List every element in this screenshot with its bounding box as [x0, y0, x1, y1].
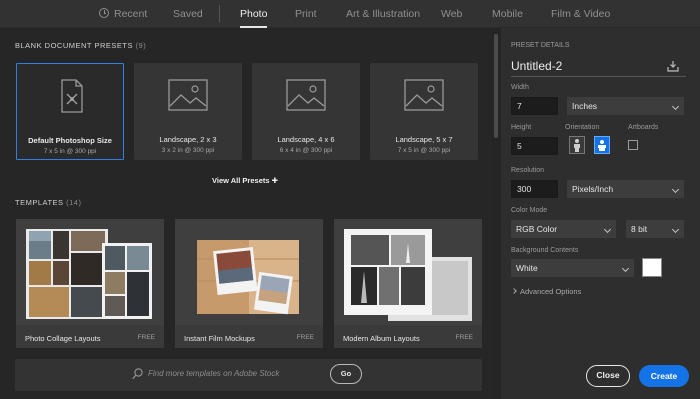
category-tab-bar: Recent Saved Photo Print Art & Illustrat… — [0, 0, 700, 28]
tab-recent[interactable]: Recent — [99, 0, 147, 28]
resolution-label: Resolution — [511, 167, 545, 174]
save-preset-icon[interactable] — [667, 60, 679, 72]
template-thumbnail — [334, 219, 482, 325]
preset-details-panel: PRESET DETAILS Untitled-2 Width 7 Inches… — [501, 28, 700, 399]
scrollbar-thumb[interactable] — [494, 34, 498, 138]
document-name-field[interactable]: Untitled-2 — [511, 59, 562, 73]
preset-name: Landscape, 2 x 3 — [159, 135, 217, 144]
width-input[interactable]: 7 — [511, 97, 558, 115]
search-icon — [132, 368, 143, 380]
preset-card-landscape-4x6[interactable]: Landscape, 4 x 6 6 x 4 in @ 300 ppi — [252, 63, 360, 160]
portrait-icon[interactable] — [569, 136, 585, 154]
template-name: Modern Album Layouts — [343, 334, 420, 343]
advanced-options-toggle[interactable]: Advanced Options — [511, 287, 581, 296]
stock-search-input[interactable]: Find more templates on Adobe Stock — [148, 369, 279, 378]
modern-album-thumbnail — [334, 219, 482, 325]
view-all-presets-link[interactable]: View All Presets ✚ — [212, 176, 278, 185]
template-card-photo-collage[interactable]: Photo Collage Layouts FREE — [16, 219, 164, 348]
close-button[interactable]: Close — [586, 365, 630, 387]
go-button[interactable]: Go — [330, 364, 362, 384]
clock-icon — [99, 8, 109, 18]
background-color-swatch[interactable] — [642, 258, 662, 277]
tab-web[interactable]: Web — [441, 0, 462, 28]
image-icon — [404, 79, 444, 111]
landscape-icon[interactable] — [594, 136, 610, 154]
preset-dimensions: 3 x 2 in @ 300 ppi — [161, 147, 215, 154]
photo-collage-thumbnail — [16, 219, 164, 325]
preset-name: Landscape, 4 x 6 — [277, 135, 335, 144]
image-icon — [168, 79, 208, 111]
resolution-input[interactable]: 300 — [511, 180, 558, 198]
template-thumbnail — [175, 219, 323, 325]
tab-film-video[interactable]: Film & Video — [551, 0, 610, 28]
presets-panel: BLANK DOCUMENT PRESETS (9) Default Photo… — [0, 28, 492, 399]
tab-art-illustration[interactable]: Art & Illustration — [346, 0, 420, 28]
width-unit-select[interactable]: Inches — [567, 97, 684, 115]
preset-card-default[interactable]: Default Photoshop Size 7 x 5 in @ 300 pp… — [16, 63, 124, 160]
blank-presets-heading: BLANK DOCUMENT PRESETS (9) — [15, 41, 147, 50]
color-mode-label: Color Mode — [511, 207, 548, 214]
plus-icon: ✚ — [271, 176, 278, 185]
free-badge: FREE — [137, 334, 155, 341]
chevron-down-icon — [603, 225, 612, 234]
background-contents-label: Background Contents — [511, 247, 579, 254]
height-label: Height — [511, 124, 532, 131]
tab-divider — [219, 5, 220, 22]
preset-card-landscape-5x7[interactable]: Landscape, 5 x 7 7 x 5 in @ 300 ppi — [370, 63, 478, 160]
instant-film-thumbnail — [175, 219, 323, 325]
color-mode-select[interactable]: RGB Color — [511, 220, 616, 238]
image-icon — [286, 79, 326, 111]
preset-name: Landscape, 5 x 7 — [395, 135, 453, 144]
stock-search-bar: Find more templates on Adobe Stock Go — [15, 359, 482, 391]
template-name: Photo Collage Layouts — [25, 334, 101, 343]
preset-dimensions: 7 x 5 in @ 300 ppi — [397, 147, 451, 154]
free-badge: FREE — [455, 334, 473, 341]
title-underline — [511, 76, 686, 77]
height-input[interactable]: 5 — [511, 137, 558, 155]
templates-heading: TEMPLATES (14) — [15, 198, 82, 207]
document-icon — [61, 79, 83, 113]
preset-dimensions: 7 x 5 in @ 300 ppi — [43, 148, 97, 155]
chevron-right-icon — [511, 288, 517, 294]
template-card-modern-album[interactable]: Modern Album Layouts FREE — [334, 219, 482, 348]
preset-dimensions: 6 x 4 in @ 300 ppi — [279, 147, 333, 154]
background-contents-select[interactable]: White — [511, 259, 634, 277]
free-badge: FREE — [296, 334, 314, 341]
preset-name: Default Photoshop Size — [28, 136, 112, 145]
create-button[interactable]: Create — [639, 365, 689, 387]
template-card-instant-film[interactable]: Instant Film Mockups FREE — [175, 219, 323, 348]
preset-details-heading: PRESET DETAILS — [511, 42, 570, 49]
tab-print[interactable]: Print — [295, 0, 317, 28]
width-label: Width — [511, 84, 529, 91]
chevron-down-icon — [671, 185, 680, 194]
tab-photo[interactable]: Photo — [240, 0, 268, 28]
tab-saved[interactable]: Saved — [173, 0, 203, 28]
chevron-down-icon — [671, 225, 680, 234]
tab-mobile[interactable]: Mobile — [492, 0, 523, 28]
artboards-checkbox[interactable] — [628, 140, 638, 150]
chevron-down-icon — [671, 102, 680, 111]
resolution-unit-select[interactable]: Pixels/Inch — [567, 180, 684, 198]
orientation-label: Orientation — [565, 124, 600, 131]
bit-depth-select[interactable]: 8 bit — [626, 220, 684, 238]
template-thumbnail — [16, 219, 164, 325]
template-name: Instant Film Mockups — [184, 334, 255, 343]
presets-scrollbar[interactable] — [492, 28, 501, 399]
preset-card-landscape-2x3[interactable]: Landscape, 2 x 3 3 x 2 in @ 300 ppi — [134, 63, 242, 160]
chevron-down-icon — [621, 264, 630, 273]
artboards-label: Artboards — [628, 124, 659, 131]
